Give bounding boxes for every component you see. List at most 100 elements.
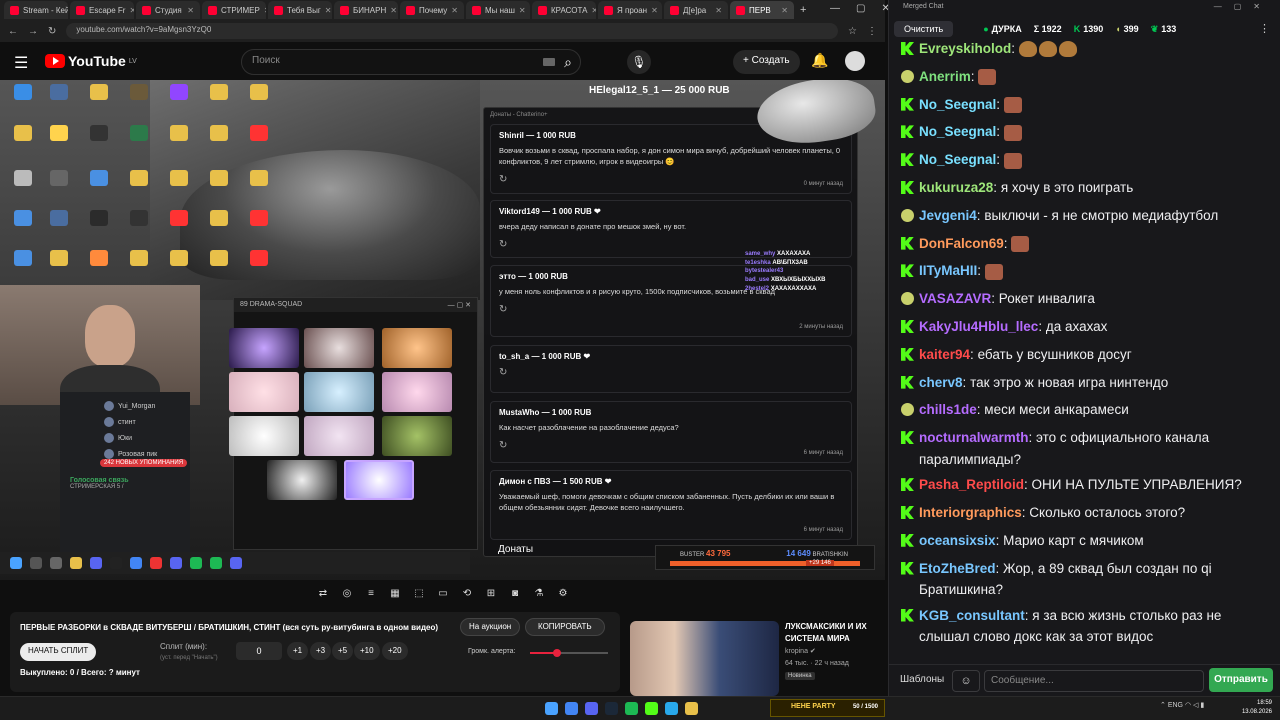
menu-icon[interactable]: ☰ [14, 53, 28, 73]
avatar[interactable] [845, 51, 865, 71]
shuffle-icon[interactable]: ⇄ [315, 586, 331, 602]
tab-close-icon[interactable]: ✕ [451, 6, 458, 15]
chat-username[interactable]: Interiorgraphics [919, 505, 1022, 520]
chat-username[interactable]: IITyMaHII [919, 263, 977, 278]
tab-close-icon[interactable]: ✕ [715, 6, 722, 15]
chat-username[interactable]: kaiter94 [919, 347, 970, 362]
increment-button[interactable]: +20 [382, 642, 408, 660]
new-tab-icon[interactable]: + [800, 4, 806, 16]
language-indicator[interactable]: ENG [1168, 702, 1183, 709]
url-field[interactable]: youtube.com/watch?v=9aMgsn3YzQ0 [66, 23, 839, 39]
browser-tab[interactable]: Stream - Кейс✕ [4, 1, 68, 19]
browser-tab[interactable]: Тебя Выг ✕ [268, 1, 332, 19]
speaker-icon[interactable]: ◁ [1193, 702, 1198, 709]
chat-username[interactable]: Pasha_Reptiloid [919, 477, 1024, 492]
bell-icon[interactable]: 🔔 [811, 52, 828, 69]
broadcast-icon[interactable]: ◎ [339, 586, 355, 602]
chat-username[interactable]: No_Seegnal [919, 97, 996, 112]
chat-username[interactable]: No_Seegnal [919, 124, 996, 139]
chat-username[interactable]: kukuruza28 [919, 180, 993, 195]
tab-close-icon[interactable]: ✕ [390, 6, 397, 15]
browser-menu-icon[interactable]: ⋮ [867, 26, 877, 37]
copy-button[interactable]: КОПИРОВАТЬ [525, 618, 605, 636]
browser-tab[interactable]: Студия ✕ [136, 1, 200, 19]
tab-close-icon[interactable]: ✕ [129, 6, 134, 15]
message-input[interactable]: Сообщение... [984, 670, 1204, 692]
telegram-icon[interactable] [665, 702, 678, 715]
replay-icon[interactable]: ↻ [499, 174, 843, 185]
replay-icon[interactable]: ↻ [499, 440, 843, 451]
miniplayer-icon[interactable]: ▭ [435, 586, 451, 602]
increment-button[interactable]: +5 [332, 642, 354, 660]
clock[interactable]: 18:59 13.08.2026 [1242, 699, 1272, 716]
tab-close-icon[interactable]: ✕ [519, 6, 526, 15]
screenshot-icon[interactable]: ◙ [507, 586, 523, 602]
chevron-up-icon[interactable]: ⌃ [1160, 702, 1166, 709]
chat-username[interactable]: KakyJlu4Hblu_llec [919, 319, 1038, 334]
gear-icon[interactable]: ⚙ [555, 586, 571, 602]
clear-button[interactable]: Очистить [894, 21, 954, 37]
replay-icon[interactable]: ↻ [499, 239, 843, 250]
volume-knob[interactable] [553, 649, 562, 657]
browser-tab[interactable]: ПЕРВ ✕ [730, 1, 794, 19]
chat-username[interactable]: EtoZheBred [919, 561, 996, 576]
increment-button[interactable]: +3 [310, 642, 332, 660]
maximize-icon[interactable]: ▢ [856, 3, 865, 14]
playlist-icon[interactable]: ≡ [363, 586, 379, 602]
hehe-party-widget[interactable]: HEHE PARTY 50 / 1500 [770, 699, 885, 717]
start-split-button[interactable]: НАЧАТЬ СПЛИТ [20, 643, 97, 661]
bookmark-icon[interactable]: ☆ [848, 26, 857, 37]
voice-search-icon[interactable]: 🎙 [627, 50, 651, 74]
tab-close-icon[interactable]: ✕ [781, 6, 788, 15]
recommended-title[interactable]: ЛУКСМАКСИКИ И ИХ СИСТЕМА МИРА [785, 621, 880, 644]
recommended-thumbnail[interactable] [630, 621, 779, 696]
split-minutes-input[interactable]: 0 [236, 642, 282, 660]
browser-tab[interactable]: БИНАРН ✕ [334, 1, 398, 19]
browser-tab[interactable]: КРАСОТА ✕ [532, 1, 596, 19]
back-icon[interactable]: ← [8, 26, 18, 37]
chat-username[interactable]: KGB_consultant [919, 608, 1025, 623]
search-input[interactable]: Поиск ⌕ [241, 49, 581, 75]
discord-icon[interactable] [585, 702, 598, 715]
tab-close-icon[interactable]: ✕ [325, 6, 332, 15]
tab-close-icon[interactable]: ✕ [591, 6, 596, 15]
flask-icon[interactable]: ⚗ [531, 586, 547, 602]
spotify-icon[interactable] [625, 702, 638, 715]
chat-username[interactable]: VASAZAVR [919, 291, 991, 306]
crop-icon[interactable]: ⬚ [411, 586, 427, 602]
add-icon[interactable]: ⊞ [483, 586, 499, 602]
window-controls-icon[interactable]: —▢✕ [1214, 2, 1272, 11]
tab-close-icon[interactable]: ✕ [264, 6, 266, 15]
chat-username[interactable]: cherv8 [919, 375, 963, 390]
chat-username[interactable]: Jevgeni4 [919, 208, 977, 223]
youtube-logo[interactable]: YouTube LV [45, 53, 137, 69]
battery-icon[interactable]: ▮ [1200, 702, 1204, 709]
chat-username[interactable]: oceansixsix [919, 533, 996, 548]
create-button[interactable]: + Создать [733, 50, 800, 74]
chat-username[interactable]: No_Seegnal [919, 152, 996, 167]
reload-icon[interactable]: ↻ [48, 26, 56, 37]
chat-username[interactable]: Anerrim [919, 69, 971, 84]
video-player[interactable]: Yui_Morgan стинт Юки Розовая пик 242 НОВ… [0, 80, 885, 580]
steam-icon[interactable] [605, 702, 618, 715]
volume-slider[interactable] [530, 649, 608, 657]
browser-tab[interactable]: СТРИМЕР ✕ [202, 1, 266, 19]
browser-tab[interactable]: Почему ✕ [400, 1, 464, 19]
chat-menu-icon[interactable]: ⋮ [1259, 22, 1270, 35]
browser-tab[interactable]: Я проан ✕ [598, 1, 662, 19]
search-icon[interactable]: ⌕ [564, 54, 572, 71]
browser-tab[interactable]: Escape Fr ✕ [70, 1, 134, 19]
windows-start-icon[interactable] [545, 702, 558, 715]
forward-icon[interactable]: → [28, 26, 38, 37]
tab-close-icon[interactable]: ✕ [651, 6, 658, 15]
keyboard-icon[interactable] [543, 58, 555, 66]
increment-button[interactable]: +1 [287, 642, 309, 660]
clapper-icon[interactable]: ▦ [387, 586, 403, 602]
chat-username[interactable]: DonFalcon69 [919, 236, 1004, 251]
chrome-icon[interactable] [565, 702, 578, 715]
system-tray[interactable]: ⌃ ENG ◠ ◁ ▮ [1160, 701, 1204, 709]
templates-button[interactable]: Шаблоны [893, 670, 951, 692]
browser-tab[interactable]: Мы наш ✕ [466, 1, 530, 19]
window-controls[interactable]: — ▢ ✕ [820, 0, 890, 17]
wifi-icon[interactable]: ◠ [1185, 702, 1191, 709]
